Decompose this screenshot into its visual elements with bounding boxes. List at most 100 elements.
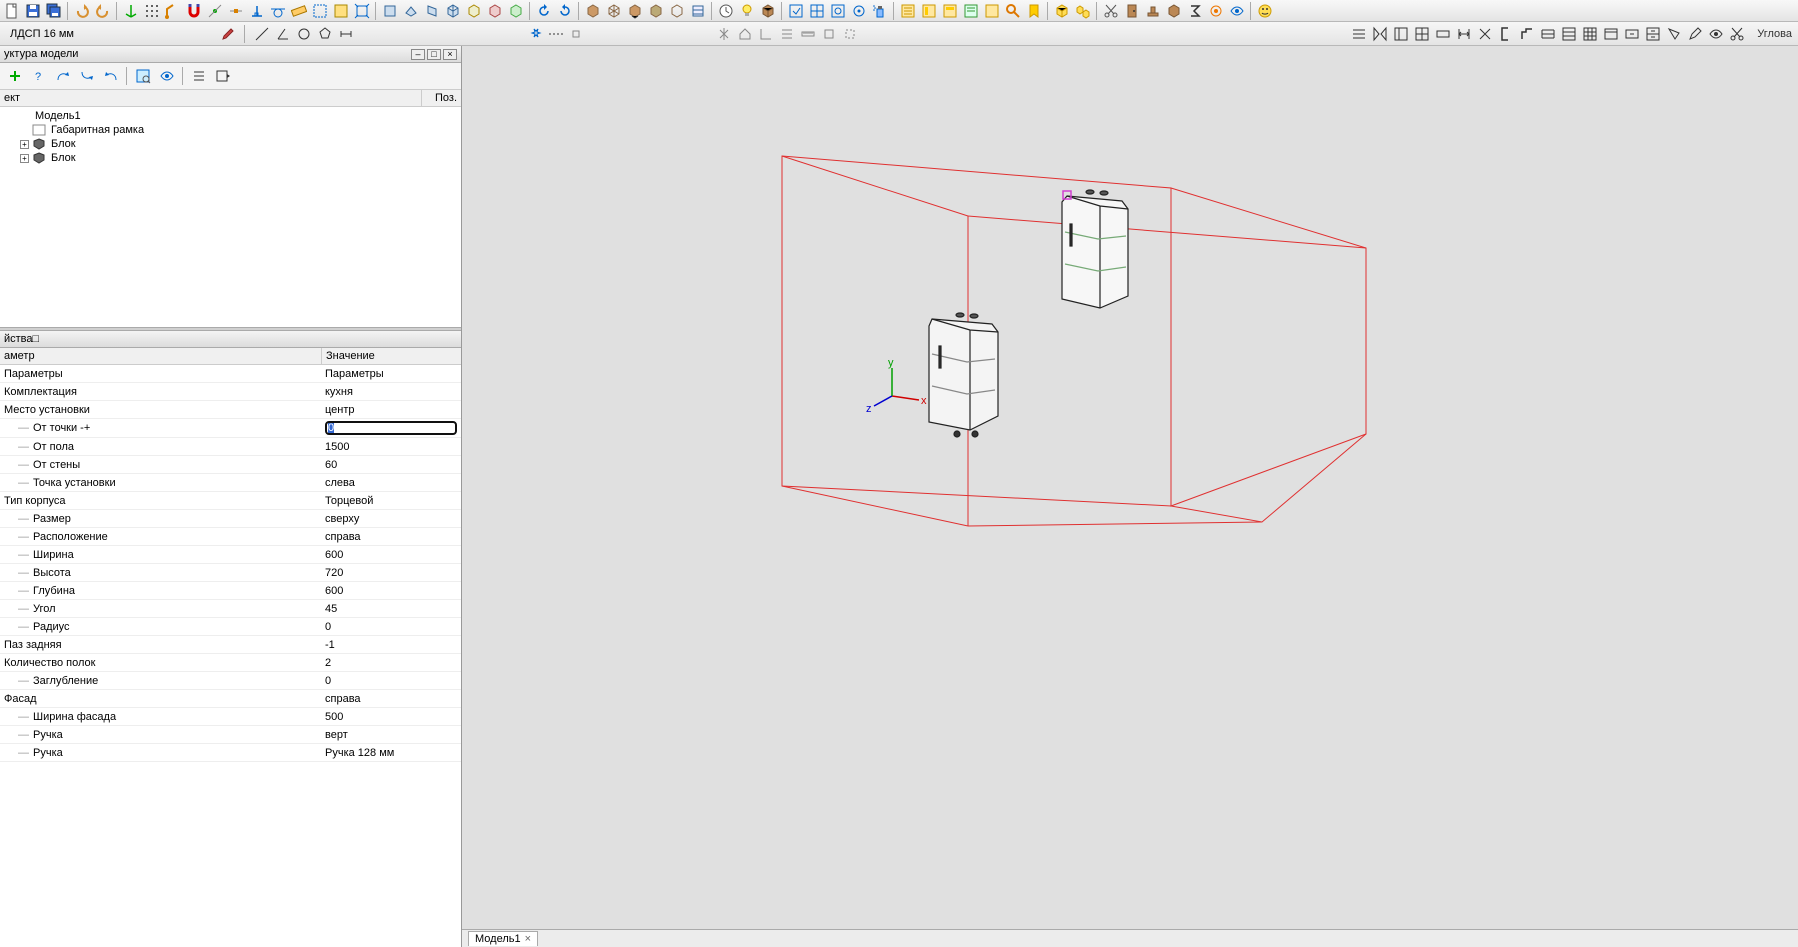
- panel2-icon[interactable]: [1412, 24, 1432, 44]
- rotate-left-icon[interactable]: [534, 1, 554, 21]
- property-row[interactable]: —От пола1500: [0, 438, 461, 456]
- cross-tool-icon[interactable]: [1475, 24, 1495, 44]
- list-collapse-icon[interactable]: [188, 65, 210, 87]
- property-value[interactable]: 45: [321, 601, 461, 617]
- property-value[interactable]: 600: [321, 547, 461, 563]
- panel1-icon[interactable]: [1391, 24, 1411, 44]
- property-row[interactable]: —Радиус0: [0, 618, 461, 636]
- snap-point-icon[interactable]: [205, 1, 225, 21]
- mirror-v-icon[interactable]: [714, 24, 734, 44]
- line-tool-icon[interactable]: [252, 24, 272, 44]
- undo-button[interactable]: [72, 1, 92, 21]
- property-value[interactable]: 2: [321, 655, 461, 671]
- structure-header-object[interactable]: ект: [0, 90, 421, 106]
- view-top-icon[interactable]: [401, 1, 421, 21]
- joint-icon[interactable]: [1517, 24, 1537, 44]
- property-row[interactable]: —Высота720: [0, 564, 461, 582]
- help-button[interactable]: ?: [28, 65, 50, 87]
- circle-tool-icon[interactable]: [294, 24, 314, 44]
- property-value[interactable]: 0: [321, 673, 461, 689]
- snap-corner-icon[interactable]: [163, 1, 183, 21]
- property-value[interactable]: 0: [321, 619, 461, 635]
- list-options-icon[interactable]: [212, 65, 234, 87]
- select-box-icon[interactable]: [331, 1, 351, 21]
- bracket-l-icon[interactable]: [1496, 24, 1516, 44]
- smiley-icon[interactable]: [1255, 1, 1275, 21]
- properties-panel-titlebar[interactable]: йства □: [0, 331, 461, 348]
- eye2-icon[interactable]: [1706, 24, 1726, 44]
- eye3-icon[interactable]: [156, 65, 178, 87]
- property-row[interactable]: —От точки -+: [0, 419, 461, 438]
- box-dash-icon[interactable]: [840, 24, 860, 44]
- align-icon[interactable]: [777, 24, 797, 44]
- property-row[interactable]: Количество полок2: [0, 654, 461, 672]
- target-icon[interactable]: [1206, 1, 1226, 21]
- property-row[interactable]: —Заглубление0: [0, 672, 461, 690]
- box-solid-icon[interactable]: [646, 1, 666, 21]
- view-front-icon[interactable]: [380, 1, 400, 21]
- tree-arrow1-icon[interactable]: [52, 65, 74, 87]
- blue-box1-icon[interactable]: [786, 1, 806, 21]
- search-orange-icon[interactable]: [1003, 1, 1023, 21]
- property-row[interactable]: Фасадсправа: [0, 690, 461, 708]
- tree-expander[interactable]: +: [20, 154, 29, 163]
- property-row[interactable]: ПараметрыПараметры: [0, 365, 461, 383]
- tree-node[interactable]: Габаритная рамка: [0, 123, 461, 137]
- view-iso4-icon[interactable]: [506, 1, 526, 21]
- property-value[interactable]: Торцевой: [321, 493, 461, 509]
- clock-icon[interactable]: [716, 1, 736, 21]
- tree-node[interactable]: +Блок: [0, 137, 461, 151]
- ruler2-icon[interactable]: [798, 24, 818, 44]
- viewport-3d[interactable]: x y z: [462, 46, 1798, 929]
- cube-yellow-icon[interactable]: [1052, 1, 1072, 21]
- document-tab[interactable]: Модель1 ×: [468, 931, 538, 946]
- angle-tool-icon[interactable]: [273, 24, 293, 44]
- property-value[interactable]: -1: [321, 637, 461, 653]
- redo-button[interactable]: [93, 1, 113, 21]
- box-small-icon[interactable]: [819, 24, 839, 44]
- property-value[interactable]: 720: [321, 565, 461, 581]
- form2-icon[interactable]: [919, 1, 939, 21]
- property-row[interactable]: Тип корпусаТорцевой: [0, 492, 461, 510]
- snap-perp-icon[interactable]: [247, 1, 267, 21]
- grid-dots-icon[interactable]: [142, 1, 162, 21]
- spray-icon[interactable]: [870, 1, 890, 21]
- properties-header-name[interactable]: аметр: [0, 348, 321, 364]
- sigma-icon[interactable]: [1185, 1, 1205, 21]
- property-value[interactable]: справа: [321, 529, 461, 545]
- square-small-icon[interactable]: [566, 24, 586, 44]
- eye-icon[interactable]: [1227, 1, 1247, 21]
- close-panel-button[interactable]: ×: [443, 49, 457, 60]
- table-icon[interactable]: [1601, 24, 1621, 44]
- house-icon[interactable]: [735, 24, 755, 44]
- blue-box2-icon[interactable]: [807, 1, 827, 21]
- drawer2-icon[interactable]: [1643, 24, 1663, 44]
- form4-icon[interactable]: [961, 1, 981, 21]
- bulb-icon[interactable]: [737, 1, 757, 21]
- property-row[interactable]: Комплектациякухня: [0, 383, 461, 401]
- tree-expander[interactable]: +: [20, 140, 29, 149]
- properties-header-value[interactable]: Значение: [321, 348, 461, 364]
- property-row[interactable]: —РучкаРучка 128 мм: [0, 744, 461, 762]
- property-row[interactable]: —Точка установкислева: [0, 474, 461, 492]
- maximize-panel-button[interactable]: □: [427, 49, 441, 60]
- property-row[interactable]: —Угол45: [0, 600, 461, 618]
- property-value[interactable]: центр: [321, 402, 461, 418]
- view-iso2-icon[interactable]: [464, 1, 484, 21]
- box-outline-icon[interactable]: [667, 1, 687, 21]
- box-wire-icon[interactable]: [604, 1, 624, 21]
- filter-box-icon[interactable]: [132, 65, 154, 87]
- property-value[interactable]: справа: [321, 691, 461, 707]
- panel3-icon[interactable]: [1433, 24, 1453, 44]
- door-icon[interactable]: [1122, 1, 1142, 21]
- ruler-icon[interactable]: [289, 1, 309, 21]
- stamp-icon[interactable]: [1143, 1, 1163, 21]
- property-row[interactable]: Паз задняя-1: [0, 636, 461, 654]
- form1-icon[interactable]: [898, 1, 918, 21]
- property-value[interactable]: Ручка 128 мм: [321, 745, 461, 761]
- dimension-tool-icon[interactable]: [336, 24, 356, 44]
- save-button[interactable]: [23, 1, 43, 21]
- view-iso1-icon[interactable]: [443, 1, 463, 21]
- zoom-fit-icon[interactable]: [352, 1, 372, 21]
- property-row[interactable]: —Глубина600: [0, 582, 461, 600]
